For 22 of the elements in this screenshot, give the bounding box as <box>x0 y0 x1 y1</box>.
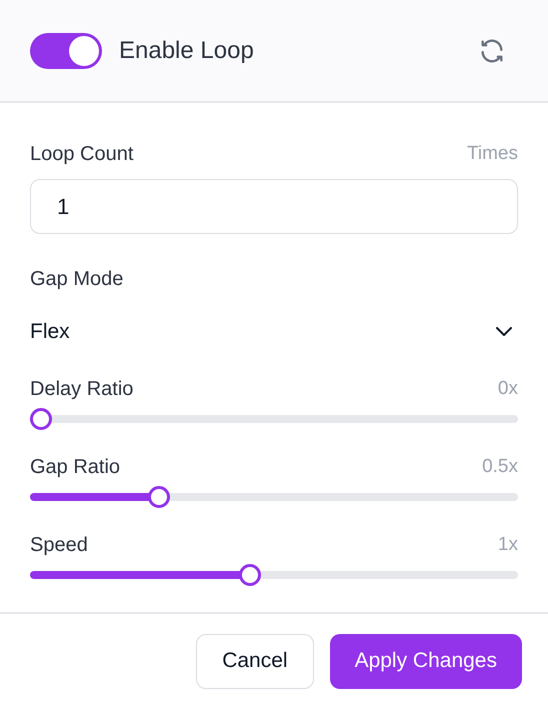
cancel-button[interactable]: Cancel <box>196 634 314 688</box>
unit-label: Times <box>466 142 518 166</box>
slider-label: Delay Ratio <box>30 377 134 402</box>
slider-track[interactable] <box>30 564 518 586</box>
slider-value: 0x <box>498 376 518 401</box>
slider-value: 1x <box>498 532 518 557</box>
toggle-switch[interactable] <box>30 32 102 68</box>
toggle-label: Enable Loop <box>119 36 254 66</box>
slider-track[interactable] <box>30 486 518 508</box>
slider-label: Speed <box>30 533 88 558</box>
slider-label: Gap Ratio <box>30 455 120 480</box>
slider-thumb[interactable] <box>148 486 170 508</box>
field-label: Loop Count <box>30 142 134 167</box>
slider-value: 0.5x <box>482 454 518 479</box>
dropdown[interactable]: Flex <box>30 314 518 350</box>
input-field[interactable]: 1 <box>30 179 518 234</box>
slider-thumb[interactable] <box>239 564 262 586</box>
slider-track[interactable] <box>30 408 518 430</box>
chevron-down-icon <box>496 327 512 337</box>
field-label: Gap Mode <box>30 267 124 292</box>
slider-thumb[interactable] <box>30 408 52 430</box>
apply-button[interactable]: Apply Changes <box>330 634 522 688</box>
